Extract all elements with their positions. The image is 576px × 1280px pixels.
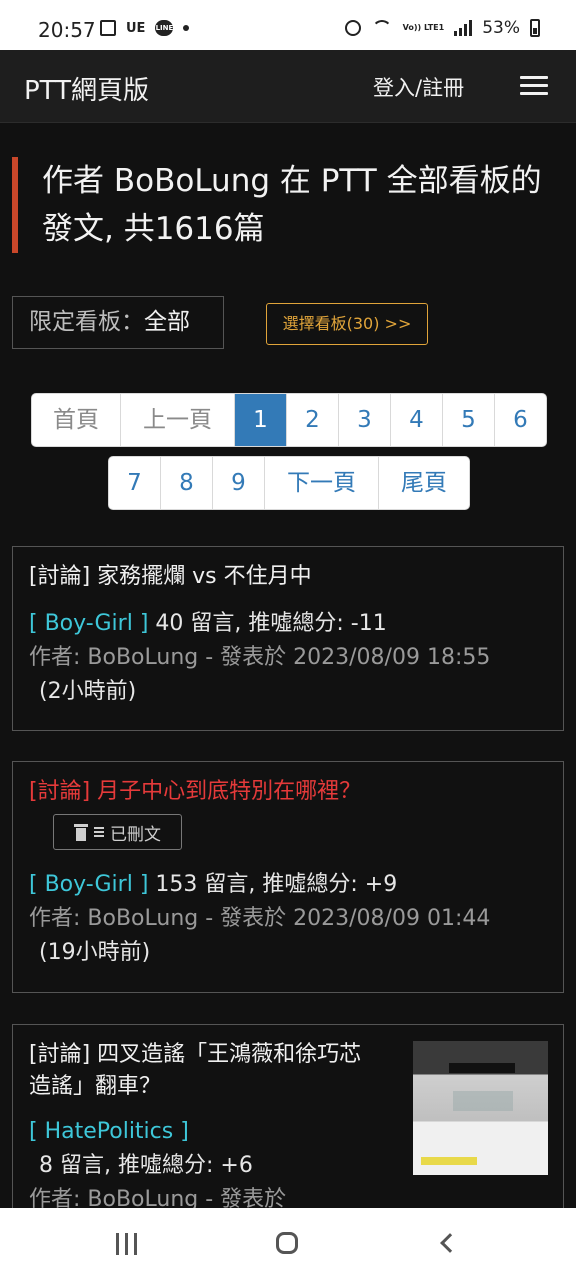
back-icon[interactable] (440, 1233, 460, 1253)
deleted-label: 已刪文 (110, 824, 161, 845)
board-filter: 限定看板：全部 (12, 296, 224, 349)
post-board-link[interactable]: [ Boy-Girl ] (29, 611, 148, 636)
deleted-badge: 已刪文 (53, 814, 182, 850)
line-app-icon: LINE (155, 20, 174, 36)
page-3-button[interactable]: 3 (339, 394, 391, 446)
board-filter-value: 全部 (144, 309, 190, 335)
post-thumbnail-image[interactable] (413, 1041, 548, 1175)
page-title-block: 作者 BoBoLung 在 PTT 全部看板的發文, 共1616篇 (12, 157, 562, 253)
page-9-button[interactable]: 9 (213, 457, 265, 509)
site-brand[interactable]: PTT網頁版 (24, 70, 149, 107)
trash-icon (74, 823, 88, 841)
list-lines-icon (94, 827, 104, 837)
page-2-button[interactable]: 2 (287, 394, 339, 446)
post-stats: 40 留言, 推噓總分: -11 (155, 611, 387, 636)
status-time: 20:57 (38, 18, 96, 42)
post-time-ago: (19小時前) (39, 940, 151, 965)
page-7-button[interactable]: 7 (109, 457, 161, 509)
signal-icon (454, 20, 473, 36)
login-register-link[interactable]: 登入/註冊 (373, 72, 464, 102)
page-6-button[interactable]: 6 (495, 394, 546, 446)
pagination-row-1: 首頁 上一頁 1 2 3 4 5 6 (31, 393, 547, 447)
recent-apps-icon[interactable] (116, 1233, 137, 1255)
page-5-button[interactable]: 5 (443, 394, 495, 446)
pagination-row-2: 7 8 9 下一頁 尾頁 (108, 456, 470, 510)
page-prev-button[interactable]: 上一頁 (121, 394, 235, 446)
post-title[interactable]: [討論] 四叉造謠「王鴻薇和徐巧芯造謠」翻車？ (29, 1039, 369, 1103)
page-1-button[interactable]: 1 (235, 394, 287, 446)
page-first-button[interactable]: 首頁 (32, 394, 121, 446)
page-8-button[interactable]: 8 (161, 457, 213, 509)
alarm-icon (344, 20, 361, 36)
battery-icon (530, 19, 540, 37)
post-card[interactable]: [討論] 月子中心到底特別在哪裡？ 已刪文 [ Boy-Girl ] 153 留… (12, 761, 564, 993)
page-last-button[interactable]: 尾頁 (379, 457, 469, 509)
post-byline: 作者: BoBoLung - 發表於 2023/08/09 18:55 (29, 645, 491, 670)
home-icon[interactable] (276, 1232, 298, 1254)
post-stats-line: [ Boy-Girl ] 40 留言, 推噓總分: -11 (29, 607, 547, 641)
volte-icon: Vo)) LTE1 (402, 23, 445, 32)
post-byline: 作者: BoBoLung - 發表於 2023/08/09 01:44 (29, 906, 491, 931)
choose-board-button[interactable]: 選擇看板(30) >> (266, 303, 428, 345)
post-board-link[interactable]: [ Boy-Girl ] (29, 872, 148, 897)
battery-percent: 53% (482, 18, 520, 38)
menu-icon[interactable] (520, 76, 548, 96)
post-card[interactable]: [討論] 家務擺爛 vs 不住月中 [ Boy-Girl ] 40 留言, 推噓… (12, 546, 564, 731)
board-filter-label: 限定看板： (29, 309, 144, 335)
more-notifications-dot-icon (183, 25, 190, 31)
post-board-link[interactable]: [ HatePolitics ] (29, 1119, 189, 1144)
page-4-button[interactable]: 4 (391, 394, 443, 446)
carrier-badge: UE (126, 20, 146, 36)
status-system-icons: Vo)) LTE1 53% (344, 18, 540, 38)
status-notifications: UE LINE (100, 20, 190, 36)
status-bar: 20:57 UE LINE Vo)) LTE1 53% (0, 0, 576, 50)
post-stats: 153 留言, 推噓總分: +9 (155, 872, 398, 897)
page-title: 作者 BoBoLung 在 PTT 全部看板的發文, 共1616篇 (42, 163, 542, 247)
wifi-icon (371, 20, 393, 36)
post-time-ago: (2小時前) (39, 679, 137, 704)
gallery-icon (100, 20, 116, 36)
top-navbar: PTT網頁版 登入/註冊 (0, 50, 576, 123)
post-stats-line: [ Boy-Girl ] 153 留言, 推噓總分: +9 (29, 868, 547, 902)
post-title[interactable]: [討論] 月子中心到底特別在哪裡？ (29, 776, 547, 808)
system-nav-bar (0, 1208, 576, 1280)
page-next-button[interactable]: 下一頁 (265, 457, 379, 509)
post-title[interactable]: [討論] 家務擺爛 vs 不住月中 (29, 561, 547, 593)
